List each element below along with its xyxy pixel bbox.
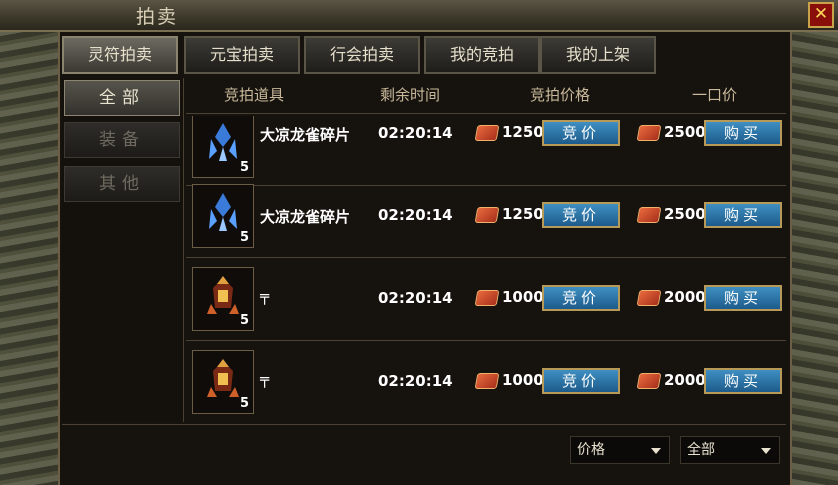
remaining-time: 02:20:14 xyxy=(378,372,453,390)
buy-button[interactable]: 购买 xyxy=(704,120,782,146)
buyout-price: 2500 xyxy=(664,123,706,141)
scope-select-value: 全部 xyxy=(687,442,715,458)
category-other[interactable]: 其他 xyxy=(64,166,180,202)
column-buyout-price: 一口价 xyxy=(692,86,738,104)
category-all[interactable]: 全部 xyxy=(64,80,180,116)
item-name: ╤ xyxy=(260,287,270,305)
tab-my-listings[interactable]: 我的上架 xyxy=(540,36,656,74)
buy-button[interactable]: 购买 xyxy=(704,368,782,394)
bid-button[interactable]: 竞价 xyxy=(542,120,620,146)
blue-crystal-icon xyxy=(209,193,237,231)
item-name: ╤ xyxy=(260,370,270,388)
fire-armor-icon xyxy=(207,276,239,314)
column-item: 竞拍道具 xyxy=(224,86,285,104)
scope-select[interactable]: 全部 xyxy=(680,436,780,464)
table-row: 5 ╤ 02:20:14 1000 竞价 2000 购买 xyxy=(186,259,786,341)
rune-coin-icon xyxy=(636,125,662,141)
list-header: 竞拍道具 剩余时间 竞拍价格 一口价 xyxy=(186,78,786,114)
rune-coin-icon xyxy=(636,207,662,223)
window-title: 拍卖 xyxy=(136,6,179,28)
item-count: 5 xyxy=(239,160,249,175)
sort-select[interactable]: 价格 xyxy=(570,436,670,464)
filter-bar xyxy=(62,424,786,472)
title-bar: 拍卖 ✕ xyxy=(0,0,838,32)
item-count: 5 xyxy=(239,313,249,328)
bid-price: 1250 xyxy=(502,123,544,141)
column-time: 剩余时间 xyxy=(380,86,441,104)
chevron-down-icon xyxy=(761,448,771,454)
item-slot[interactable]: 5 xyxy=(192,184,254,248)
rune-coin-icon xyxy=(474,290,500,306)
dragon-ornament-left xyxy=(0,30,58,485)
chevron-down-icon xyxy=(651,448,661,454)
buy-button[interactable]: 购买 xyxy=(704,285,782,311)
item-count: 5 xyxy=(239,230,249,245)
category-sidebar: 全部 装备 其他 xyxy=(62,78,184,422)
remaining-time: 02:20:14 xyxy=(378,124,453,142)
table-row: 5 ╤ 02:20:14 1000 竞价 2000 购买 xyxy=(186,342,786,422)
bid-button[interactable]: 竞价 xyxy=(542,285,620,311)
rune-coin-icon xyxy=(474,207,500,223)
column-bid-price: 竞拍价格 xyxy=(530,86,591,104)
sort-select-value: 价格 xyxy=(577,442,605,458)
remaining-time: 02:20:14 xyxy=(378,206,453,224)
rune-coin-icon xyxy=(636,373,662,389)
rune-coin-icon xyxy=(474,373,500,389)
buy-button[interactable]: 购买 xyxy=(704,202,782,228)
tab-guild-auction[interactable]: 行会拍卖 xyxy=(304,36,420,74)
item-slot[interactable]: 5 xyxy=(192,116,254,178)
item-name: 大凉龙雀碎片 xyxy=(260,208,351,226)
buyout-price: 2500 xyxy=(664,205,706,223)
auction-list: 5 大凉龙雀碎片 02:20:14 1250 竞价 2500 购买 5 大凉龙雀… xyxy=(186,116,786,422)
item-slot[interactable]: 5 xyxy=(192,267,254,331)
rune-coin-icon xyxy=(636,290,662,306)
buyout-price: 2000 xyxy=(664,288,706,306)
buyout-price: 2000 xyxy=(664,371,706,389)
remaining-time: 02:20:14 xyxy=(378,289,453,307)
bid-price: 1000 xyxy=(502,371,544,389)
rune-coin-icon xyxy=(474,125,500,141)
tab-rune-auction[interactable]: 灵符拍卖 xyxy=(62,36,178,74)
tab-ingot-auction[interactable]: 元宝拍卖 xyxy=(184,36,300,74)
dragon-ornament-right xyxy=(792,30,838,485)
item-name: 大凉龙雀碎片 xyxy=(260,126,351,144)
bid-button[interactable]: 竞价 xyxy=(542,368,620,394)
tab-my-bids[interactable]: 我的竞拍 xyxy=(424,36,540,74)
fire-armor-icon xyxy=(207,359,239,397)
category-equipment[interactable]: 装备 xyxy=(64,122,180,158)
blue-crystal-icon xyxy=(209,123,237,161)
item-count: 5 xyxy=(239,396,249,411)
close-button[interactable]: ✕ xyxy=(808,2,834,28)
item-slot[interactable]: 5 xyxy=(192,350,254,414)
bid-price: 1250 xyxy=(502,205,544,223)
bid-price: 1000 xyxy=(502,288,544,306)
table-row: 5 大凉龙雀碎片 02:20:14 1250 竞价 2500 购买 xyxy=(186,176,786,258)
bid-button[interactable]: 竞价 xyxy=(542,202,620,228)
